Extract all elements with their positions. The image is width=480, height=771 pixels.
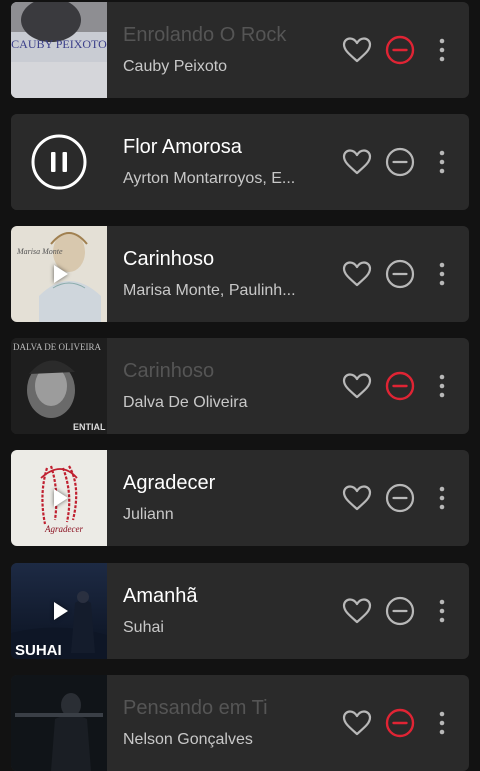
track-card[interactable]: SUHAI Amanhã Suhai: [11, 563, 469, 659]
track-artist: Dalva De Oliveira: [123, 394, 248, 411]
remove-icon[interactable]: [384, 595, 416, 627]
heart-icon[interactable]: [341, 258, 373, 290]
track-card[interactable]: Flor Amorosa Ayrton Montarroyos, E...: [11, 114, 469, 210]
track-artist: Cauby Peixoto: [123, 58, 228, 75]
album-art[interactable]: CAUBY PEIXOTO: [11, 2, 107, 98]
remove-icon[interactable]: [384, 370, 416, 402]
track-title: Flor Amorosa: [123, 136, 242, 158]
remove-icon[interactable]: [384, 482, 416, 514]
track-title: Agradecer: [123, 472, 216, 494]
track-list: CAUBY PEIXOTO Enrolando O Rock Cauby Pei…: [0, 0, 480, 771]
album-art-text: Marisa Monte: [16, 247, 63, 256]
album-art-text-2: ENTIAL: [73, 422, 106, 432]
heart-icon[interactable]: [341, 707, 373, 739]
more-options-icon[interactable]: [435, 34, 449, 66]
remove-icon[interactable]: [384, 146, 416, 178]
heart-icon[interactable]: [341, 146, 373, 178]
track-artist: Juliann: [123, 506, 174, 523]
track-card[interactable]: CAUBY PEIXOTO Enrolando O Rock Cauby Pei…: [11, 2, 469, 98]
album-art-text: DALVA DE OLIVEIRA: [13, 342, 102, 352]
album-art[interactable]: [11, 675, 107, 771]
heart-icon[interactable]: [341, 34, 373, 66]
remove-icon[interactable]: [384, 258, 416, 290]
album-art[interactable]: DALVA DE OLIVEIRA ENTIAL: [11, 338, 107, 434]
track-title: Pensando em Ti: [123, 697, 268, 719]
more-options-icon[interactable]: [435, 258, 449, 290]
track-card[interactable]: Marisa Monte Carinhoso Marisa Monte, Pau…: [11, 226, 469, 322]
track-artist: Ayrton Montarroyos, E...: [123, 170, 296, 187]
play-icon[interactable]: [54, 489, 68, 507]
remove-icon[interactable]: [384, 34, 416, 66]
pause-icon[interactable]: [11, 114, 107, 210]
heart-icon[interactable]: [341, 370, 373, 402]
album-art[interactable]: SUHAI: [11, 563, 107, 659]
more-options-icon[interactable]: [435, 707, 449, 739]
heart-icon[interactable]: [341, 482, 373, 514]
heart-icon[interactable]: [341, 595, 373, 627]
track-artist: Suhai: [123, 619, 164, 636]
album-art-text: CAUBY PEIXOTO: [11, 37, 107, 51]
album-art[interactable]: Marisa Monte: [11, 226, 107, 322]
play-icon[interactable]: [54, 602, 68, 620]
track-title: Carinhoso: [123, 360, 215, 382]
album-art[interactable]: Agradecer: [11, 450, 107, 546]
remove-icon[interactable]: [384, 707, 416, 739]
track-title: Amanhã: [123, 585, 198, 607]
track-card[interactable]: DALVA DE OLIVEIRA ENTIAL Carinhoso Dalva…: [11, 338, 469, 434]
track-artist: Nelson Gonçalves: [123, 731, 253, 748]
more-options-icon[interactable]: [435, 482, 449, 514]
more-options-icon[interactable]: [435, 595, 449, 627]
album-art-text: SUHAI: [15, 642, 62, 659]
more-options-icon[interactable]: [435, 370, 449, 402]
track-title: Enrolando O Rock: [123, 24, 287, 46]
track-card[interactable]: Agradecer Agradecer Juliann: [11, 450, 469, 546]
track-title: Carinhoso: [123, 248, 215, 270]
more-options-icon[interactable]: [435, 146, 449, 178]
pause-button[interactable]: [11, 114, 107, 210]
track-artist: Marisa Monte, Paulinh...: [123, 282, 296, 299]
play-icon[interactable]: [54, 265, 68, 283]
album-art-text: Agradecer: [44, 524, 83, 534]
track-card[interactable]: Pensando em Ti Nelson Gonçalves: [11, 675, 469, 771]
